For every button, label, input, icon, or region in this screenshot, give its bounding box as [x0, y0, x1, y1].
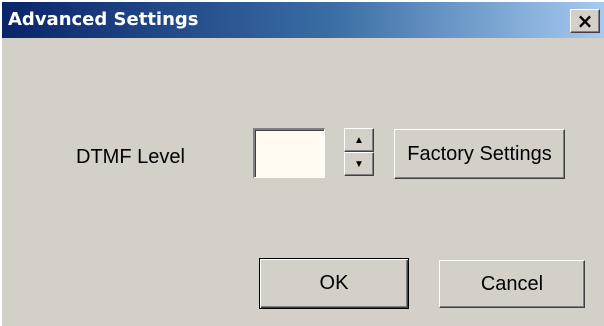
arrow-down-icon: ▼ [354, 158, 364, 170]
arrow-up-icon: ▲ [354, 134, 364, 146]
advanced-settings-dialog: Advanced Settings × DTMF Level ▲ ▼ Facto… [0, 0, 604, 326]
close-button[interactable]: × [570, 9, 600, 33]
close-icon: × [576, 9, 594, 33]
dtmf-level-label: DTMF Level [76, 146, 185, 168]
factory-settings-button[interactable]: Factory Settings [394, 129, 565, 179]
ok-button[interactable]: OK [259, 258, 409, 309]
dtmf-level-increment-button[interactable]: ▲ [344, 128, 374, 152]
title-bar[interactable]: Advanced Settings × [2, 2, 604, 38]
dtmf-level-decrement-button[interactable]: ▼ [344, 152, 374, 176]
dtmf-level-input[interactable] [253, 128, 325, 178]
dialog-title: Advanced Settings [8, 9, 199, 30]
cancel-button[interactable]: Cancel [439, 260, 585, 308]
